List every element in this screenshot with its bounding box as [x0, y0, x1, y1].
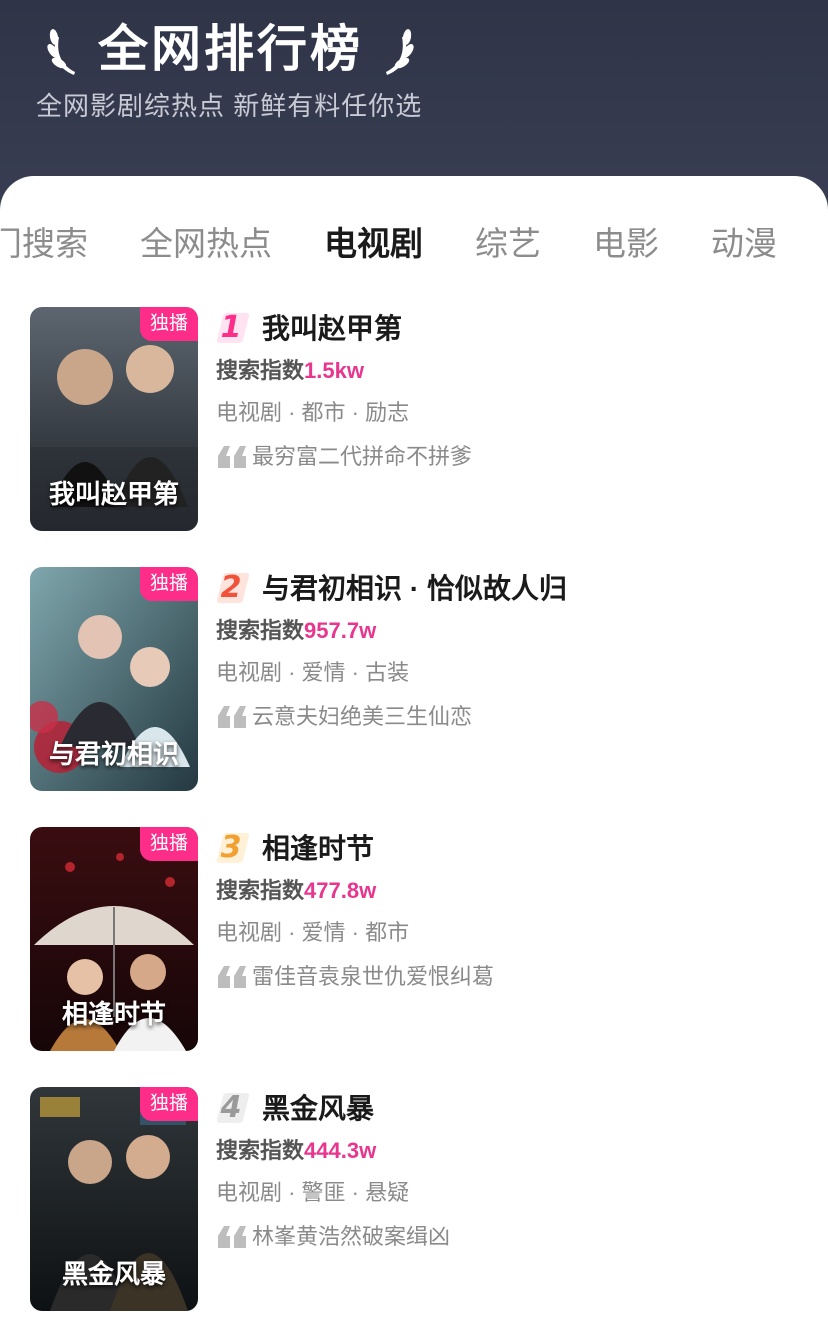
poster-title: 我叫赵甲第 — [48, 480, 179, 510]
rank-badge: 3 — [216, 829, 250, 865]
rank-number: 3 — [220, 830, 242, 865]
item-quote-text: 林峯黄浩然破案缉凶 — [252, 1224, 451, 1249]
ranking-card: 热门搜索 全网热点 电视剧 综艺 电影 动漫 — [0, 176, 828, 1325]
search-index-value: 477.8w — [304, 878, 377, 903]
quote-icon — [218, 706, 246, 728]
item-quote: 雷佳音袁泉世仇爱恨纠葛 — [216, 960, 808, 994]
laurel-right-icon — [386, 29, 414, 75]
search-index-label: 搜索指数 — [216, 1138, 305, 1163]
item-genre: 电视剧 · 爱情 · 都市 — [216, 920, 410, 945]
quote-icon — [218, 1226, 246, 1248]
tab-movie[interactable]: 电影 — [593, 220, 659, 268]
item-title-row: 1 我叫赵甲第 — [216, 307, 808, 347]
poster-image[interactable]: 独播 黑金风暴 — [30, 1087, 198, 1311]
poster-title: 相逢时节 — [61, 1000, 166, 1030]
category-tabs: 热门搜索 全网热点 电视剧 综艺 电影 动漫 — [0, 220, 828, 268]
poster-title: 黑金风暴 — [61, 1260, 166, 1290]
search-index-value: 444.3w — [304, 1138, 377, 1163]
ranking-list: 独播 我叫赵甲第 1 我叫赵甲第 搜索指数1.5kw 电视剧 · 都市 · 励志 — [0, 307, 828, 1325]
item-quote: 最穷富二代拼命不拼爹 — [216, 440, 808, 474]
item-quote: 林峯黄浩然破案缉凶 — [216, 1220, 808, 1254]
search-index: 搜索指数957.7w — [216, 614, 808, 648]
title-row: 全网排行榜 — [44, 14, 417, 84]
tab-tv-series[interactable]: 电视剧 — [324, 220, 423, 268]
search-index: 搜索指数477.8w — [216, 874, 808, 908]
item-genre: 电视剧 · 都市 · 励志 — [216, 400, 410, 425]
quote-icon — [218, 966, 246, 988]
search-index: 搜索指数1.5kw — [216, 354, 808, 388]
page-subtitle: 全网影剧综热点 新鲜有料任你选 — [36, 91, 423, 121]
search-index-label: 搜索指数 — [216, 618, 305, 643]
item-info: 3 相逢时节 搜索指数477.8w 电视剧 · 爱情 · 都市 雷佳音袁泉世仇爱… — [216, 827, 808, 994]
exclusive-badge: 独播 — [139, 1087, 198, 1121]
page-title: 全网排行榜 — [98, 21, 363, 77]
poster-image[interactable]: 独播 我叫赵甲第 — [30, 307, 198, 531]
exclusive-badge: 独播 — [139, 307, 198, 341]
search-index-label: 搜索指数 — [216, 358, 305, 383]
item-title[interactable]: 相逢时节 — [262, 827, 374, 867]
rank-badge: 1 — [216, 309, 250, 345]
tab-variety[interactable]: 综艺 — [475, 220, 541, 268]
rank-number: 1 — [220, 310, 242, 345]
item-title[interactable]: 我叫赵甲第 — [262, 307, 402, 347]
quote-icon — [218, 446, 246, 468]
item-quote: 云意夫妇绝美三生仙恋 — [216, 700, 808, 734]
search-index-value: 957.7w — [304, 618, 377, 643]
item-title[interactable]: 黑金风暴 — [262, 1087, 374, 1127]
tab-hot-search[interactable]: 热门搜索 — [0, 220, 88, 268]
exclusive-badge: 独播 — [139, 567, 198, 601]
rank-badge: 2 — [216, 569, 250, 605]
laurel-left-icon — [47, 29, 75, 75]
item-title-row: 2 与君初相识 · 恰似故人归 — [216, 567, 808, 607]
item-genre: 电视剧 · 警匪 · 悬疑 — [216, 1180, 410, 1205]
search-index-value: 1.5kw — [304, 358, 364, 383]
item-title[interactable]: 与君初相识 · 恰似故人归 — [262, 567, 567, 607]
list-item[interactable]: 独播 与君初相识 2 与君初相识 · 恰似故人归 搜索指数957.7w 电视剧 … — [0, 567, 828, 827]
item-info: 1 我叫赵甲第 搜索指数1.5kw 电视剧 · 都市 · 励志 最穷富二代拼命不… — [216, 307, 808, 474]
exclusive-badge: 独播 — [139, 827, 198, 861]
item-quote-text: 云意夫妇绝美三生仙恋 — [252, 704, 473, 729]
rank-number: 2 — [220, 570, 242, 605]
item-info: 2 与君初相识 · 恰似故人归 搜索指数957.7w 电视剧 · 爱情 · 古装… — [216, 567, 808, 734]
item-quote-text: 最穷富二代拼命不拼爹 — [252, 444, 473, 469]
item-quote-text: 雷佳音袁泉世仇爱恨纠葛 — [252, 964, 495, 989]
list-item[interactable]: 独播 相逢时节 3 相逢时节 搜索指数477.8w 电视剧 · 爱情 · 都市 — [0, 827, 828, 1087]
search-index: 搜索指数444.3w — [216, 1134, 808, 1168]
list-item[interactable]: 独播 黑金风暴 4 黑金风暴 搜索指数444.3w 电视剧 · 警匪 · 悬疑 — [0, 1087, 828, 1325]
search-index-label: 搜索指数 — [216, 878, 305, 903]
poster-image[interactable]: 独播 与君初相识 — [30, 567, 198, 791]
list-item[interactable]: 独播 我叫赵甲第 1 我叫赵甲第 搜索指数1.5kw 电视剧 · 都市 · 励志 — [0, 307, 828, 567]
item-title-row: 4 黑金风暴 — [216, 1087, 808, 1127]
page: 全网排行榜 全网影剧综热点 新鲜有料任你选 热门搜索 全网热点 电视剧 综艺 电… — [0, 0, 828, 1325]
item-title-row: 3 相逢时节 — [216, 827, 808, 867]
item-genre: 电视剧 · 爱情 · 古装 — [216, 660, 410, 685]
rank-badge: 4 — [216, 1089, 250, 1125]
poster-image[interactable]: 独播 相逢时节 — [30, 827, 198, 1051]
item-info: 4 黑金风暴 搜索指数444.3w 电视剧 · 警匪 · 悬疑 林峯黄浩然破案缉… — [216, 1087, 808, 1254]
tab-anime[interactable]: 动漫 — [711, 220, 777, 268]
tab-hot-topics[interactable]: 全网热点 — [140, 220, 272, 268]
rank-number: 4 — [220, 1090, 242, 1125]
poster-title: 与君初相识 — [48, 740, 179, 770]
